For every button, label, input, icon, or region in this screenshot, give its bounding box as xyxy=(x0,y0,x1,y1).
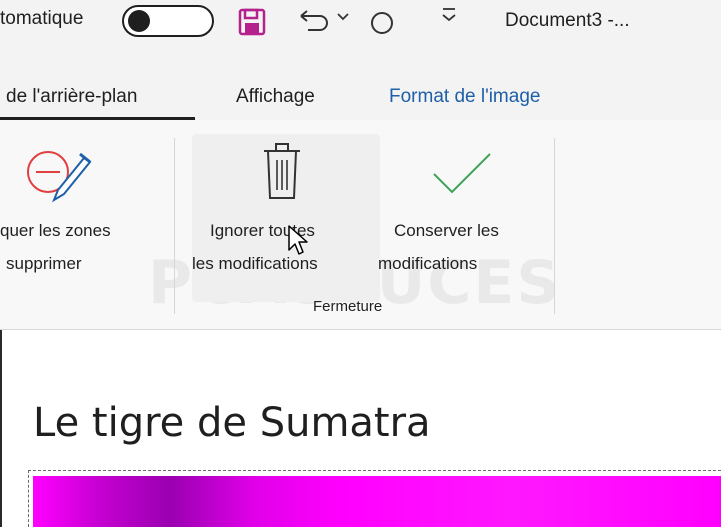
checkmark-icon[interactable] xyxy=(430,150,494,198)
mark-remove-label-2[interactable]: supprimer xyxy=(6,247,82,280)
group-separator xyxy=(554,138,555,314)
tab-view[interactable]: Affichage xyxy=(236,86,315,108)
image-removal-overlay[interactable] xyxy=(33,476,721,527)
customize-toolbar-icon[interactable] xyxy=(440,6,458,28)
autosave-label: tomatique xyxy=(0,8,84,29)
ribbon-panel: PCASTUCES quer les zones supprimer Ignor… xyxy=(0,120,721,330)
undo-dropdown-chevron-icon[interactable] xyxy=(336,12,350,22)
group-label-close: Fermeture xyxy=(313,298,383,315)
keep-changes-label-2[interactable]: modifications xyxy=(378,247,477,280)
tab-picture-format[interactable]: Format de l'image xyxy=(389,86,540,108)
document-heading[interactable]: Le tigre de Sumatra xyxy=(33,400,431,446)
trash-icon[interactable] xyxy=(262,142,302,200)
group-separator xyxy=(174,138,175,314)
toggle-knob xyxy=(128,10,150,32)
ribbon-tabs: de l'arrière-plan Affichage Format de l'… xyxy=(0,50,721,120)
title-bar: tomatique Document3 -... xyxy=(0,0,721,50)
undo-icon[interactable] xyxy=(296,6,330,38)
redo-icon[interactable] xyxy=(366,6,398,38)
mouse-cursor-icon xyxy=(288,225,308,255)
mark-areas-remove-icon[interactable] xyxy=(24,148,92,210)
document-title: Document3 -... xyxy=(505,10,630,31)
tab-background-removal[interactable]: de l'arrière-plan xyxy=(6,86,137,108)
page-edge xyxy=(0,330,2,527)
save-icon[interactable] xyxy=(236,6,268,38)
autosave-toggle[interactable] xyxy=(122,5,214,37)
mark-remove-label-1[interactable]: quer les zones xyxy=(0,214,111,247)
keep-changes-label-1[interactable]: Conserver les xyxy=(394,214,499,247)
